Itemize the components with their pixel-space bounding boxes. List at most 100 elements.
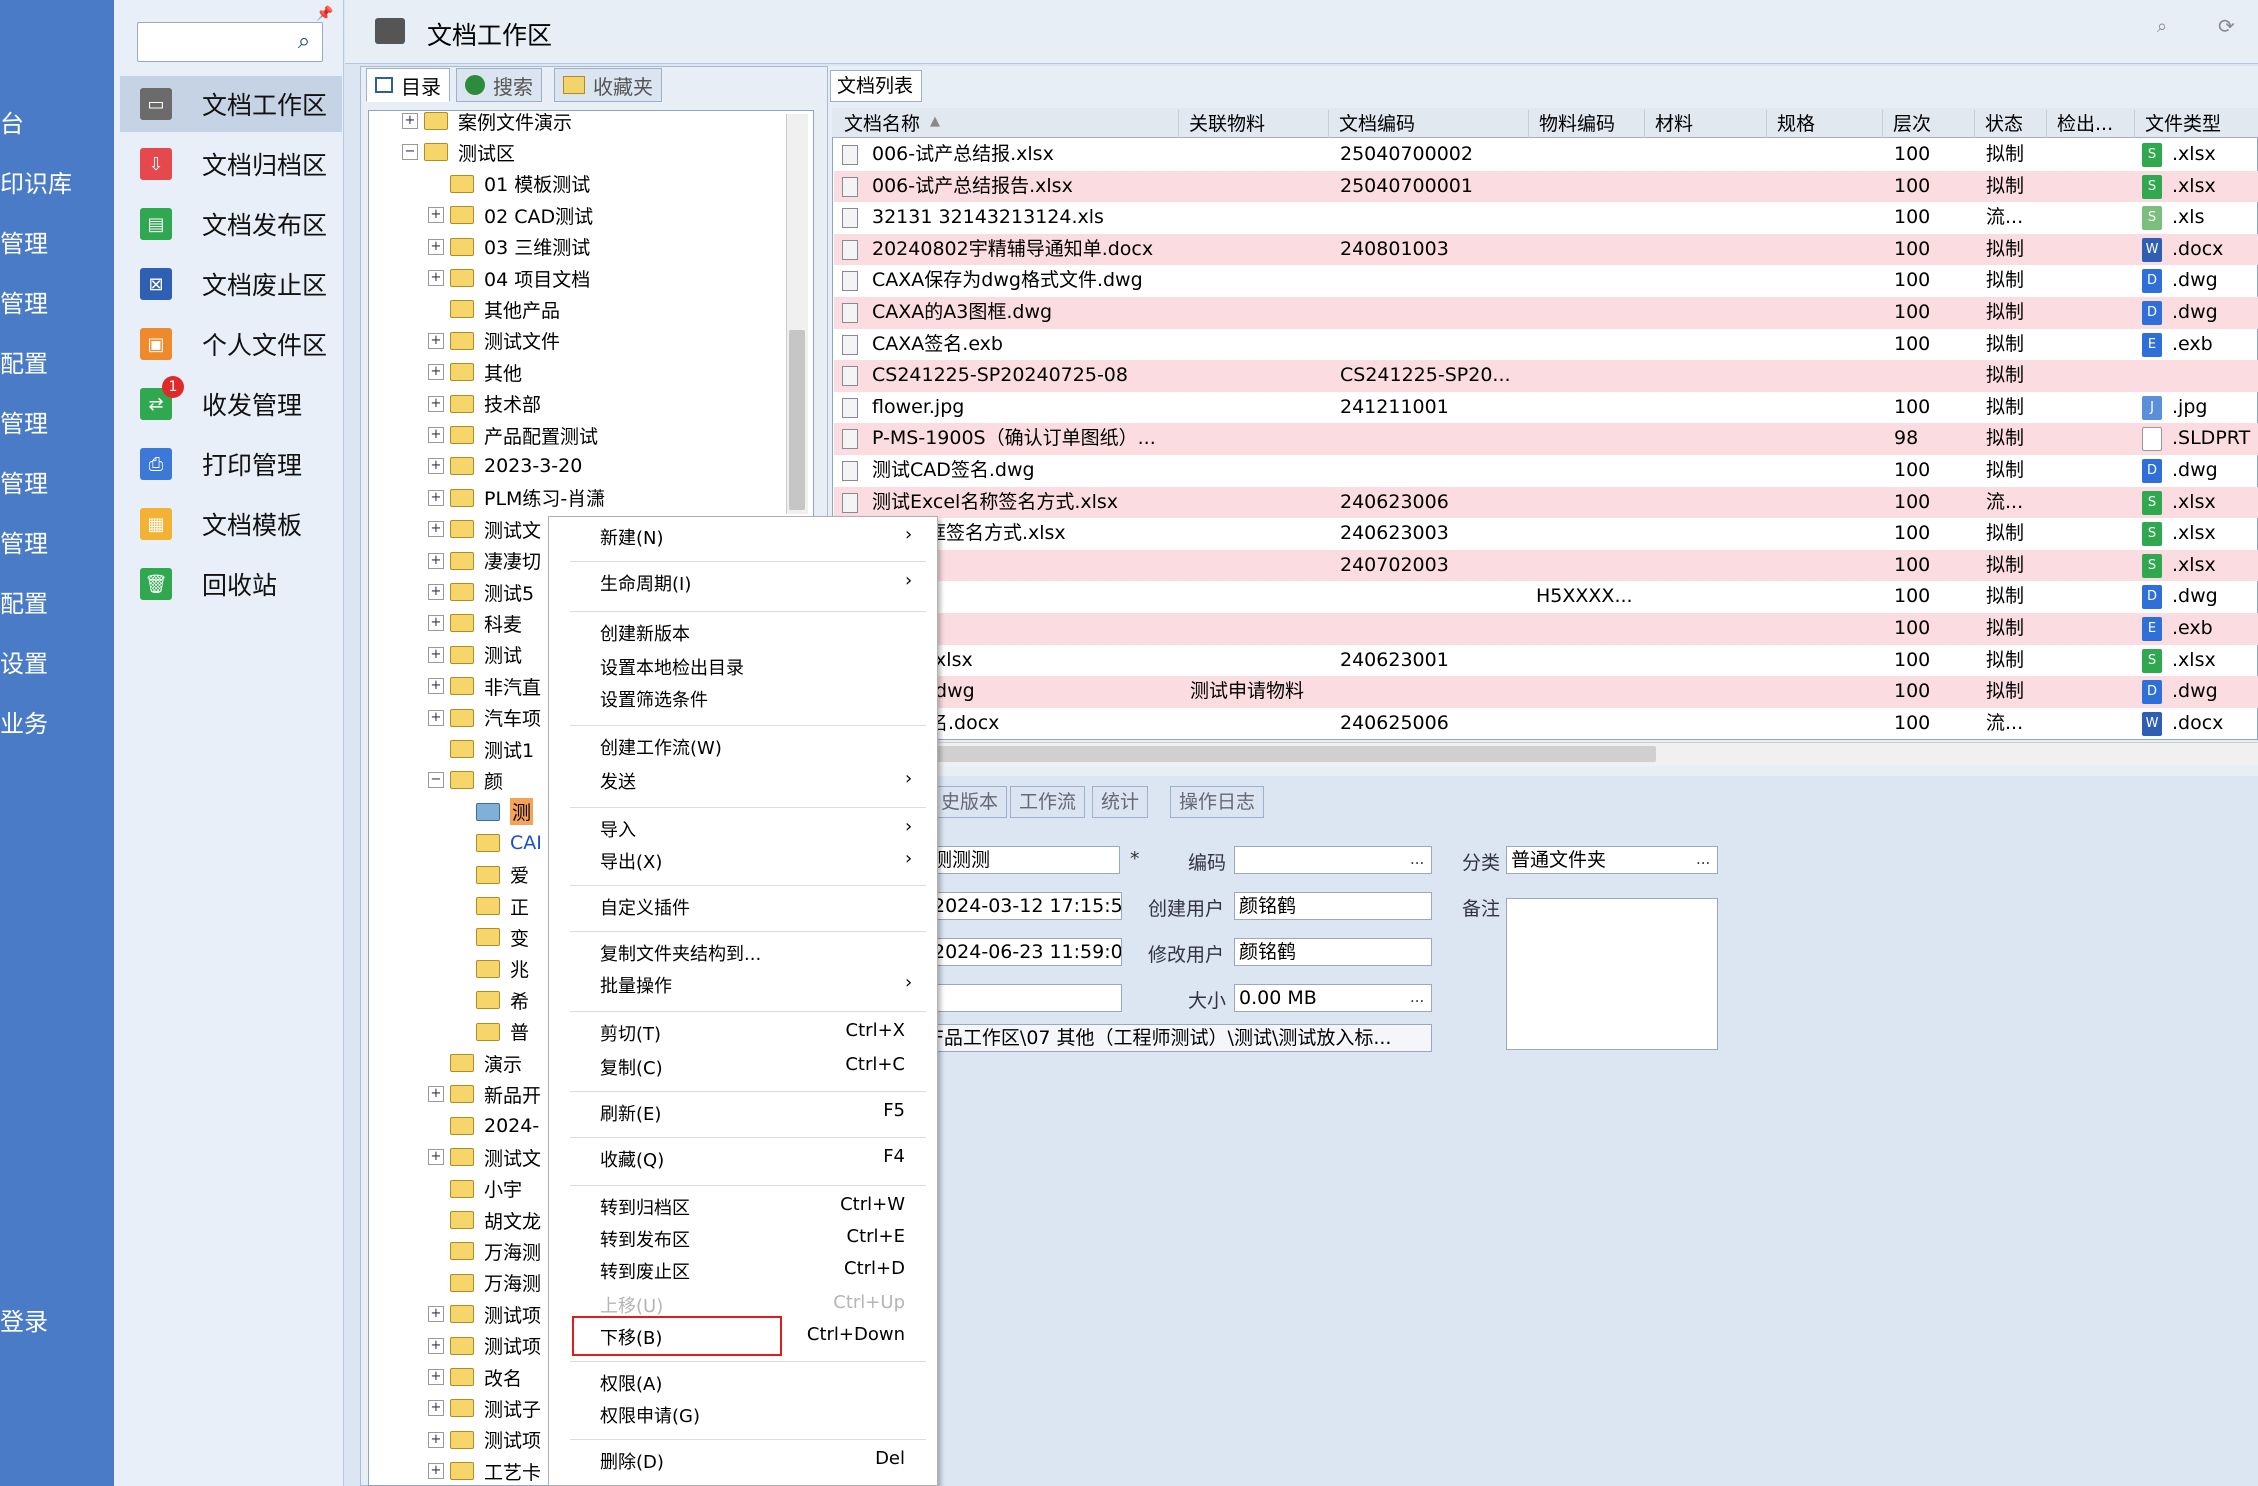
menu-item[interactable]: 权限(A) <box>600 1370 662 1396</box>
expand-icon[interactable]: + <box>428 552 444 569</box>
expand-icon[interactable]: + <box>428 364 444 381</box>
table-row[interactable] <box>834 645 2258 677</box>
far-nav-item[interactable]: 印识库 <box>0 164 72 199</box>
expand-icon[interactable]: + <box>428 458 444 475</box>
tree-node[interactable]: + 汽车项 <box>428 703 541 733</box>
tab-search[interactable]: 搜索 <box>456 68 542 102</box>
tree-node[interactable]: +03 三维测试 <box>428 232 590 262</box>
tree-node[interactable]: + 测试文 <box>428 514 541 544</box>
menu-item[interactable]: 创建新版本 <box>600 620 690 646</box>
sidebar-item-2[interactable]: ▤ 文档发布区 <box>120 196 342 252</box>
column-header[interactable]: 状态 <box>1974 110 2023 138</box>
notes-textarea[interactable] <box>1506 898 1718 1050</box>
expand-icon[interactable]: + <box>428 521 444 538</box>
expand-icon[interactable]: + <box>428 1149 444 1166</box>
far-nav-item[interactable]: 设置 <box>0 644 48 679</box>
far-nav-item[interactable]: 管理 <box>0 404 48 439</box>
tree-node[interactable]: 测试1 <box>428 734 534 764</box>
tree-node[interactable]: +02 CAD测试 <box>428 200 593 230</box>
table-row[interactable] <box>834 392 2258 424</box>
tree-node[interactable]: + 测试5 <box>428 577 534 607</box>
expand-icon[interactable]: + <box>402 113 418 129</box>
menu-item[interactable]: 刷新(E) <box>600 1100 661 1126</box>
tree-node[interactable]: 演示 <box>428 1048 522 1078</box>
category-field[interactable]: 普通文件夹 <box>1506 846 1718 874</box>
tree-node[interactable]: 万海测 <box>428 1268 541 1298</box>
tree-node[interactable]: CAI <box>454 828 542 858</box>
tree-node[interactable]: + 测试 <box>428 640 522 670</box>
expand-icon[interactable]: + <box>428 1400 444 1417</box>
menu-item[interactable]: 设置本地检出目录 <box>600 654 744 680</box>
table-row[interactable] <box>834 708 2258 740</box>
tree-node[interactable]: + 测试项 <box>428 1425 541 1455</box>
menu-item[interactable]: 删除(D) <box>600 1448 664 1474</box>
tree-node[interactable]: 01 模板测试 <box>428 169 590 199</box>
far-nav-item[interactable]: 配置 <box>0 344 48 379</box>
tree-node[interactable]: + 测试文件 <box>428 326 560 356</box>
sidebar-item-1[interactable]: ⇩ 文档归档区 <box>120 136 342 192</box>
far-nav-item[interactable]: 台 <box>0 104 24 139</box>
code-field[interactable] <box>1234 846 1432 874</box>
refresh-icon[interactable]: ⟳ <box>2218 14 2235 38</box>
tab-document-list[interactable]: 文档列表 <box>830 70 922 102</box>
tab-history-version[interactable]: 史版本 <box>932 786 1008 818</box>
expand-icon[interactable]: + <box>428 1431 444 1448</box>
table-row[interactable] <box>834 549 2258 582</box>
tab-workflow[interactable]: 工作流 <box>1010 786 1086 818</box>
tree-node[interactable]: + 其他 <box>428 357 522 387</box>
horizontal-scroll-thumb[interactable] <box>880 746 1656 762</box>
tree-node[interactable]: + PLM练习-肖潇 <box>428 483 605 513</box>
menu-item[interactable]: 设置筛选条件 <box>600 686 708 712</box>
expand-icon[interactable]: + <box>428 678 444 695</box>
menu-item[interactable]: 权限申请(G) <box>600 1402 700 1428</box>
column-header[interactable]: 检出... <box>2046 110 2113 138</box>
sidebar-item-7[interactable]: ▦ 文档模板 <box>120 496 342 552</box>
menu-item[interactable]: 收藏(Q) <box>600 1146 664 1172</box>
tree-node[interactable]: − 颜 <box>428 765 503 795</box>
tree-node[interactable]: 希 <box>454 985 529 1015</box>
column-header[interactable]: 文件类型 <box>2134 110 2221 138</box>
expand-icon[interactable]: + <box>428 427 444 443</box>
menu-item[interactable]: 剪切(T) <box>600 1020 661 1046</box>
tab-directory[interactable]: 目录 <box>366 68 450 102</box>
tree-node[interactable]: − 测试区 <box>402 137 515 167</box>
tab-operation-log[interactable]: 操作日志 <box>1170 786 1265 818</box>
menu-item[interactable]: 创建工作流(W) <box>600 734 722 760</box>
tree-node[interactable]: 小宇 <box>428 1174 522 1204</box>
tree-node[interactable]: 正 <box>454 891 529 921</box>
table-row[interactable] <box>834 329 2258 361</box>
menu-item[interactable]: 自定义插件 <box>600 894 690 920</box>
column-header[interactable]: 物料编码 <box>1528 110 1615 138</box>
tree-node[interactable]: +04 项目文档 <box>428 263 590 293</box>
search-icon[interactable]: ⌕ <box>289 26 319 58</box>
expand-icon[interactable]: + <box>428 709 444 726</box>
tree-node[interactable]: 万海测 <box>428 1236 541 1266</box>
column-header[interactable]: 材料 <box>1644 110 1693 138</box>
tree-node[interactable]: 变 <box>454 922 529 952</box>
tree-node[interactable]: + 科麦 <box>428 608 522 638</box>
far-nav-item[interactable]: 管理 <box>0 284 48 319</box>
expand-icon[interactable]: + <box>428 615 444 632</box>
menu-item[interactable]: 批量操作 <box>600 972 672 998</box>
expand-icon[interactable]: + <box>428 207 444 224</box>
tree-node[interactable]: + 凄凄切 <box>428 546 541 576</box>
tree-node[interactable]: 胡文龙 <box>428 1205 541 1235</box>
code-picker-button[interactable]: ... <box>1410 850 1424 868</box>
tree-node[interactable]: 其他产品 <box>428 294 560 324</box>
menu-item[interactable]: 转到废止区 <box>600 1258 690 1284</box>
menu-item[interactable]: 复制(C) <box>600 1054 663 1080</box>
tree-node[interactable]: + 新品开 <box>428 1079 541 1109</box>
tree-scroll-thumb[interactable] <box>789 330 805 510</box>
menu-item[interactable]: 生命周期(I) <box>600 570 691 596</box>
size-picker-button[interactable]: ... <box>1410 988 1424 1006</box>
tab-statistics[interactable]: 统计 <box>1092 786 1149 818</box>
far-nav-login[interactable]: 登录 <box>0 1302 48 1337</box>
column-header[interactable]: 层次 <box>1882 110 1931 138</box>
sidebar-item-4[interactable]: ▣ 个人文件区 <box>120 316 342 372</box>
expand-icon[interactable]: + <box>428 395 444 412</box>
tree-node[interactable]: + 案例文件演示 <box>402 106 572 136</box>
tree-node[interactable]: + 非汽直 <box>428 671 541 701</box>
far-nav-item[interactable]: 配置 <box>0 584 48 619</box>
expand-icon[interactable]: + <box>428 489 444 506</box>
tree-node[interactable]: + 测试文 <box>428 1142 541 1172</box>
